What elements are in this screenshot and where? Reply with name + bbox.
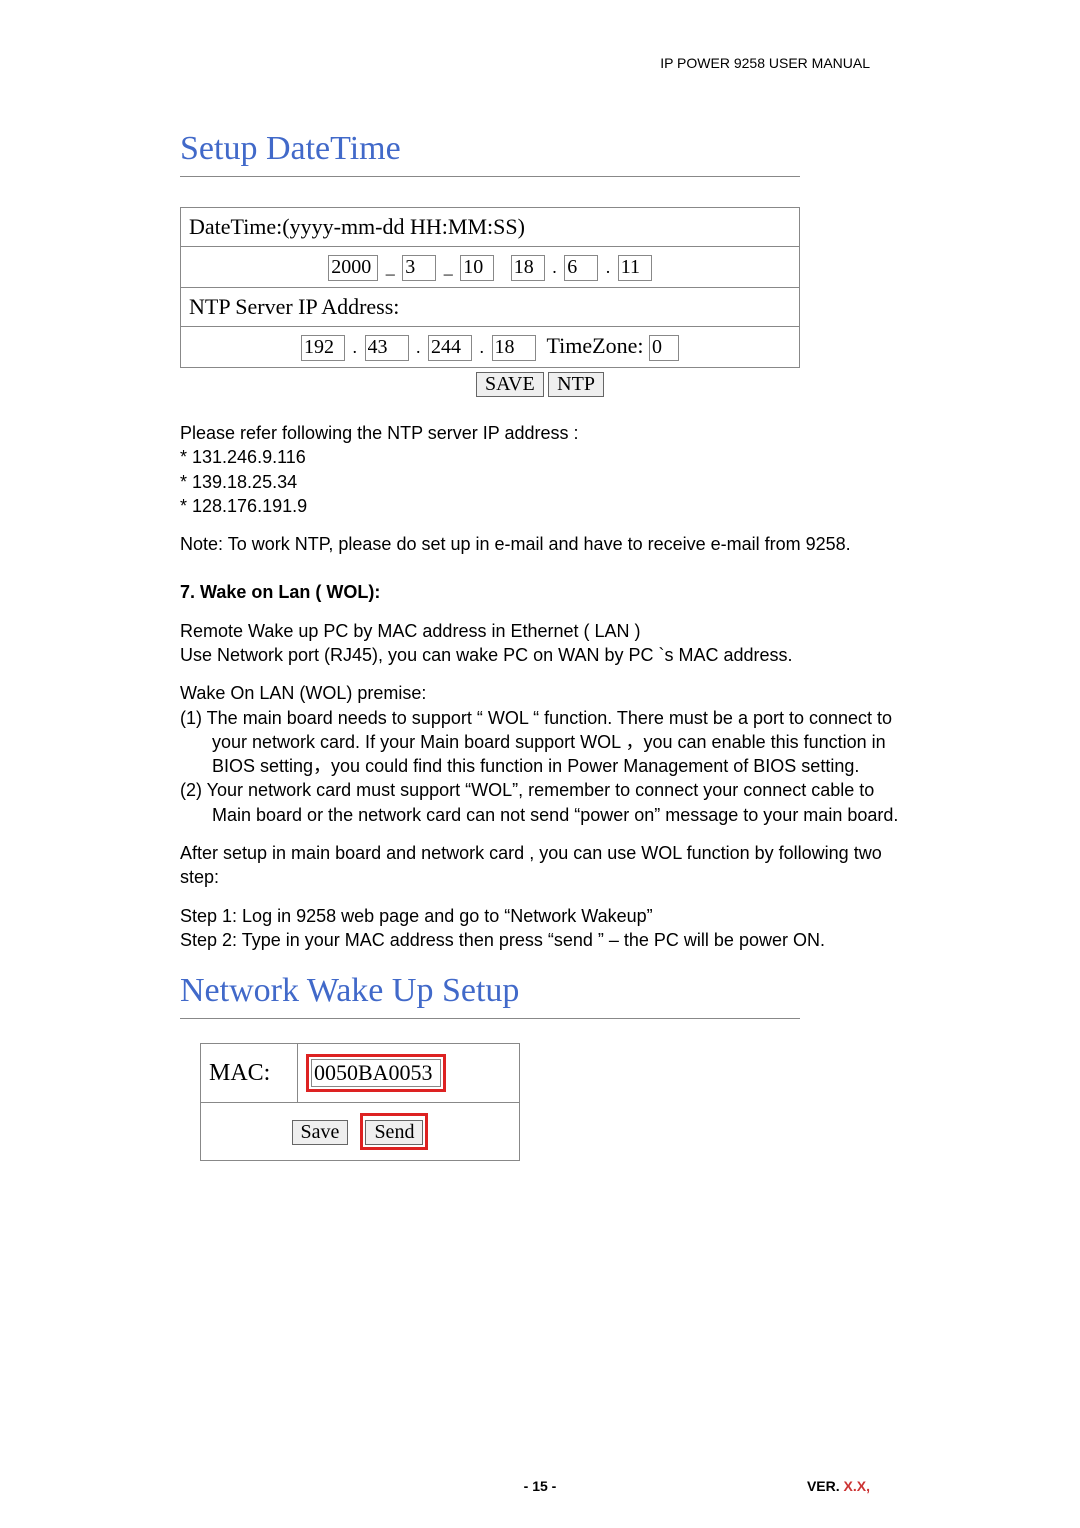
mac-input[interactable] (311, 1059, 441, 1087)
divider (180, 1018, 800, 1019)
year-input[interactable] (328, 255, 378, 281)
datetime-table: DateTime:(yyyy-mm-dd HH:MM:SS) _ _ . . N… (180, 207, 800, 368)
ntp-ip-c-input[interactable] (428, 335, 472, 361)
page-number: - 15 - (524, 1478, 557, 1494)
table-row: . . . TimeZone: (181, 326, 800, 367)
table-row: Save Send (201, 1103, 520, 1161)
mac-label: MAC: (201, 1044, 298, 1103)
header-manual-title: IP POWER 9258 USER MANUAL (660, 55, 870, 71)
timezone-label: TimeZone: (547, 333, 644, 358)
wol-line2: Use Network port (RJ45), you can wake PC… (180, 643, 900, 667)
wol-after-setup: After setup in main board and network ca… (180, 841, 900, 890)
save-button[interactable]: SAVE (476, 372, 544, 397)
hour-input[interactable] (511, 255, 545, 281)
minute-input[interactable] (564, 255, 598, 281)
section-title-setup-datetime: Setup DateTime (180, 130, 900, 168)
divider (180, 176, 800, 177)
datetime-label: DateTime:(yyyy-mm-dd HH:MM:SS) (181, 208, 800, 247)
table-row: NTP Server IP Address: (181, 287, 800, 326)
mac-save-button[interactable]: Save (292, 1120, 349, 1145)
mac-input-highlight (306, 1054, 446, 1092)
version-label: VER. X.X, (807, 1478, 870, 1494)
wol-step2: Step 2: Type in your MAC address then pr… (180, 928, 900, 952)
mac-table: MAC: Save Send (200, 1043, 520, 1161)
version-prefix: VER. (807, 1478, 844, 1494)
wol-heading: 7. Wake on Lan ( WOL): (180, 580, 900, 604)
separator-dot: . (416, 337, 421, 357)
separator-dash: _ (386, 257, 395, 277)
ntp-ip-2: * 139.18.25.34 (180, 470, 900, 494)
ntp-ip-1: * 131.246.9.116 (180, 445, 900, 469)
wol-line1: Remote Wake up PC by MAC address in Ethe… (180, 619, 900, 643)
wol-step1: Step 1: Log in 9258 web page and go to “… (180, 904, 900, 928)
separator-dot: . (606, 257, 611, 277)
second-input[interactable] (618, 255, 652, 281)
day-input[interactable] (460, 255, 494, 281)
table-row: MAC: (201, 1044, 520, 1103)
separator-dot: . (480, 337, 485, 357)
ntp-inputs-cell: . . . TimeZone: (181, 326, 800, 367)
mac-buttons-cell: Save Send (201, 1103, 520, 1161)
version-value: X.X, (844, 1478, 870, 1494)
table-row: _ _ . . (181, 247, 800, 288)
section-title-network-wakeup: Network Wake Up Setup (180, 972, 900, 1010)
mac-input-cell (298, 1044, 520, 1103)
ntp-label: NTP Server IP Address: (181, 287, 800, 326)
send-button-highlight: Send (360, 1113, 428, 1150)
separator-dot: . (552, 257, 557, 277)
ntp-ip-d-input[interactable] (492, 335, 536, 361)
timezone-input[interactable] (649, 335, 679, 361)
ntp-intro-text: Please refer following the NTP server IP… (180, 421, 900, 445)
separator-dot: . (353, 337, 358, 357)
datetime-inputs-cell: _ _ . . (181, 247, 800, 288)
ntp-ip-b-input[interactable] (365, 335, 409, 361)
ntp-note: Note: To work NTP, please do set up in e… (180, 532, 900, 556)
ntp-ip-a-input[interactable] (301, 335, 345, 361)
ntp-ip-3: * 128.176.191.9 (180, 494, 900, 518)
wol-premise-2: (2) Your network card must support “WOL”… (180, 778, 900, 827)
separator-dash: _ (444, 257, 453, 277)
mac-send-button[interactable]: Send (365, 1120, 423, 1145)
table-row: DateTime:(yyyy-mm-dd HH:MM:SS) (181, 208, 800, 247)
ntp-button[interactable]: NTP (548, 372, 604, 397)
wol-premise-1: (1) The main board needs to support “ WO… (180, 706, 900, 779)
month-input[interactable] (402, 255, 436, 281)
wol-premise-heading: Wake On LAN (WOL) premise: (180, 681, 900, 705)
